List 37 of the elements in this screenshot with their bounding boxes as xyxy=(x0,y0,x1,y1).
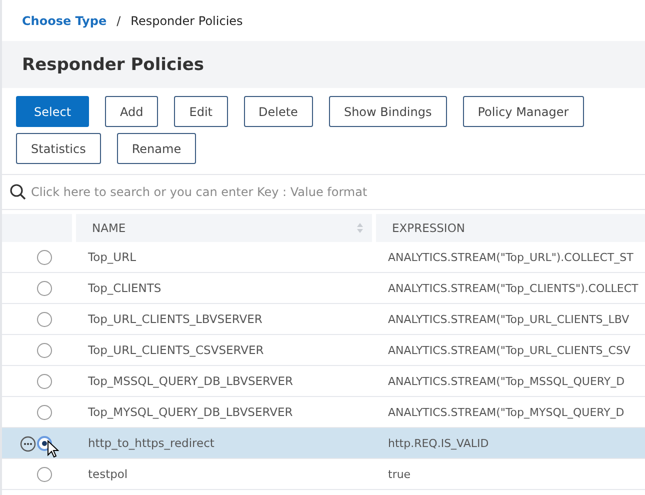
table-cell: testpol xyxy=(72,459,372,490)
sort-icon[interactable] xyxy=(356,222,364,234)
table-cell: Top_MSSQL_QUERY_DB_LBVSERVER xyxy=(72,366,372,397)
more-options-icon[interactable] xyxy=(20,436,36,452)
page-title: Responder Policies xyxy=(22,54,204,74)
table-cell: ANALYTICS.STREAM("Top_URL_CLIENTS_CSV xyxy=(372,335,645,366)
toolbar-button[interactable]: Statistics xyxy=(16,133,101,164)
toolbar-button[interactable]: Select xyxy=(16,96,90,127)
toolbar-button[interactable]: Show Bindings xyxy=(328,96,447,127)
table-cell: Top_URL xyxy=(72,242,372,273)
toolbar-button[interactable]: Add xyxy=(105,96,158,127)
table-cell: ANALYTICS.STREAM("Top_CLIENTS").COLLECT xyxy=(372,273,645,304)
table-cell: ANALYTICS.STREAM("Top_URL").COLLECT_ST xyxy=(372,242,645,273)
row-radio[interactable] xyxy=(37,374,52,388)
row-radio[interactable] xyxy=(37,312,52,326)
table-cell: Top_URL_CLIENTS_LBVSERVER xyxy=(72,304,372,335)
table-cell: true xyxy=(372,459,645,490)
table-cell: ANALYTICS.STREAM("Top_MSSQL_QUERY_D xyxy=(372,366,645,397)
mouse-pointer-icon xyxy=(47,440,59,458)
toolbar-button[interactable]: Delete xyxy=(244,96,313,127)
row-radio[interactable] xyxy=(37,250,52,264)
table-cell: http.REQ.IS_VALID xyxy=(372,428,645,459)
row-radio[interactable] xyxy=(37,404,52,420)
toolbar-button[interactable]: Policy Manager xyxy=(462,96,584,127)
row-radio[interactable] xyxy=(37,466,52,482)
table-cell: http_to_https_redirect xyxy=(72,428,372,459)
search-icon xyxy=(9,183,27,201)
toolbar-button[interactable]: Edit xyxy=(174,96,228,127)
row-radio[interactable] xyxy=(37,342,52,358)
toolbar-button[interactable]: Rename xyxy=(116,133,196,164)
breadcrumb-link[interactable]: Choose Type xyxy=(22,14,107,28)
table-cell: ANALYTICS.STREAM("Top_URL_CLIENTS_LBV xyxy=(372,304,645,335)
table-cell: Top_CLIENTS xyxy=(72,273,372,304)
breadcrumb-current: Responder Policies xyxy=(130,14,243,28)
breadcrumb-separator: / xyxy=(116,14,121,28)
row-radio[interactable] xyxy=(37,280,52,296)
table-cell: Top_URL_CLIENTS_CSVSERVER xyxy=(72,335,372,366)
